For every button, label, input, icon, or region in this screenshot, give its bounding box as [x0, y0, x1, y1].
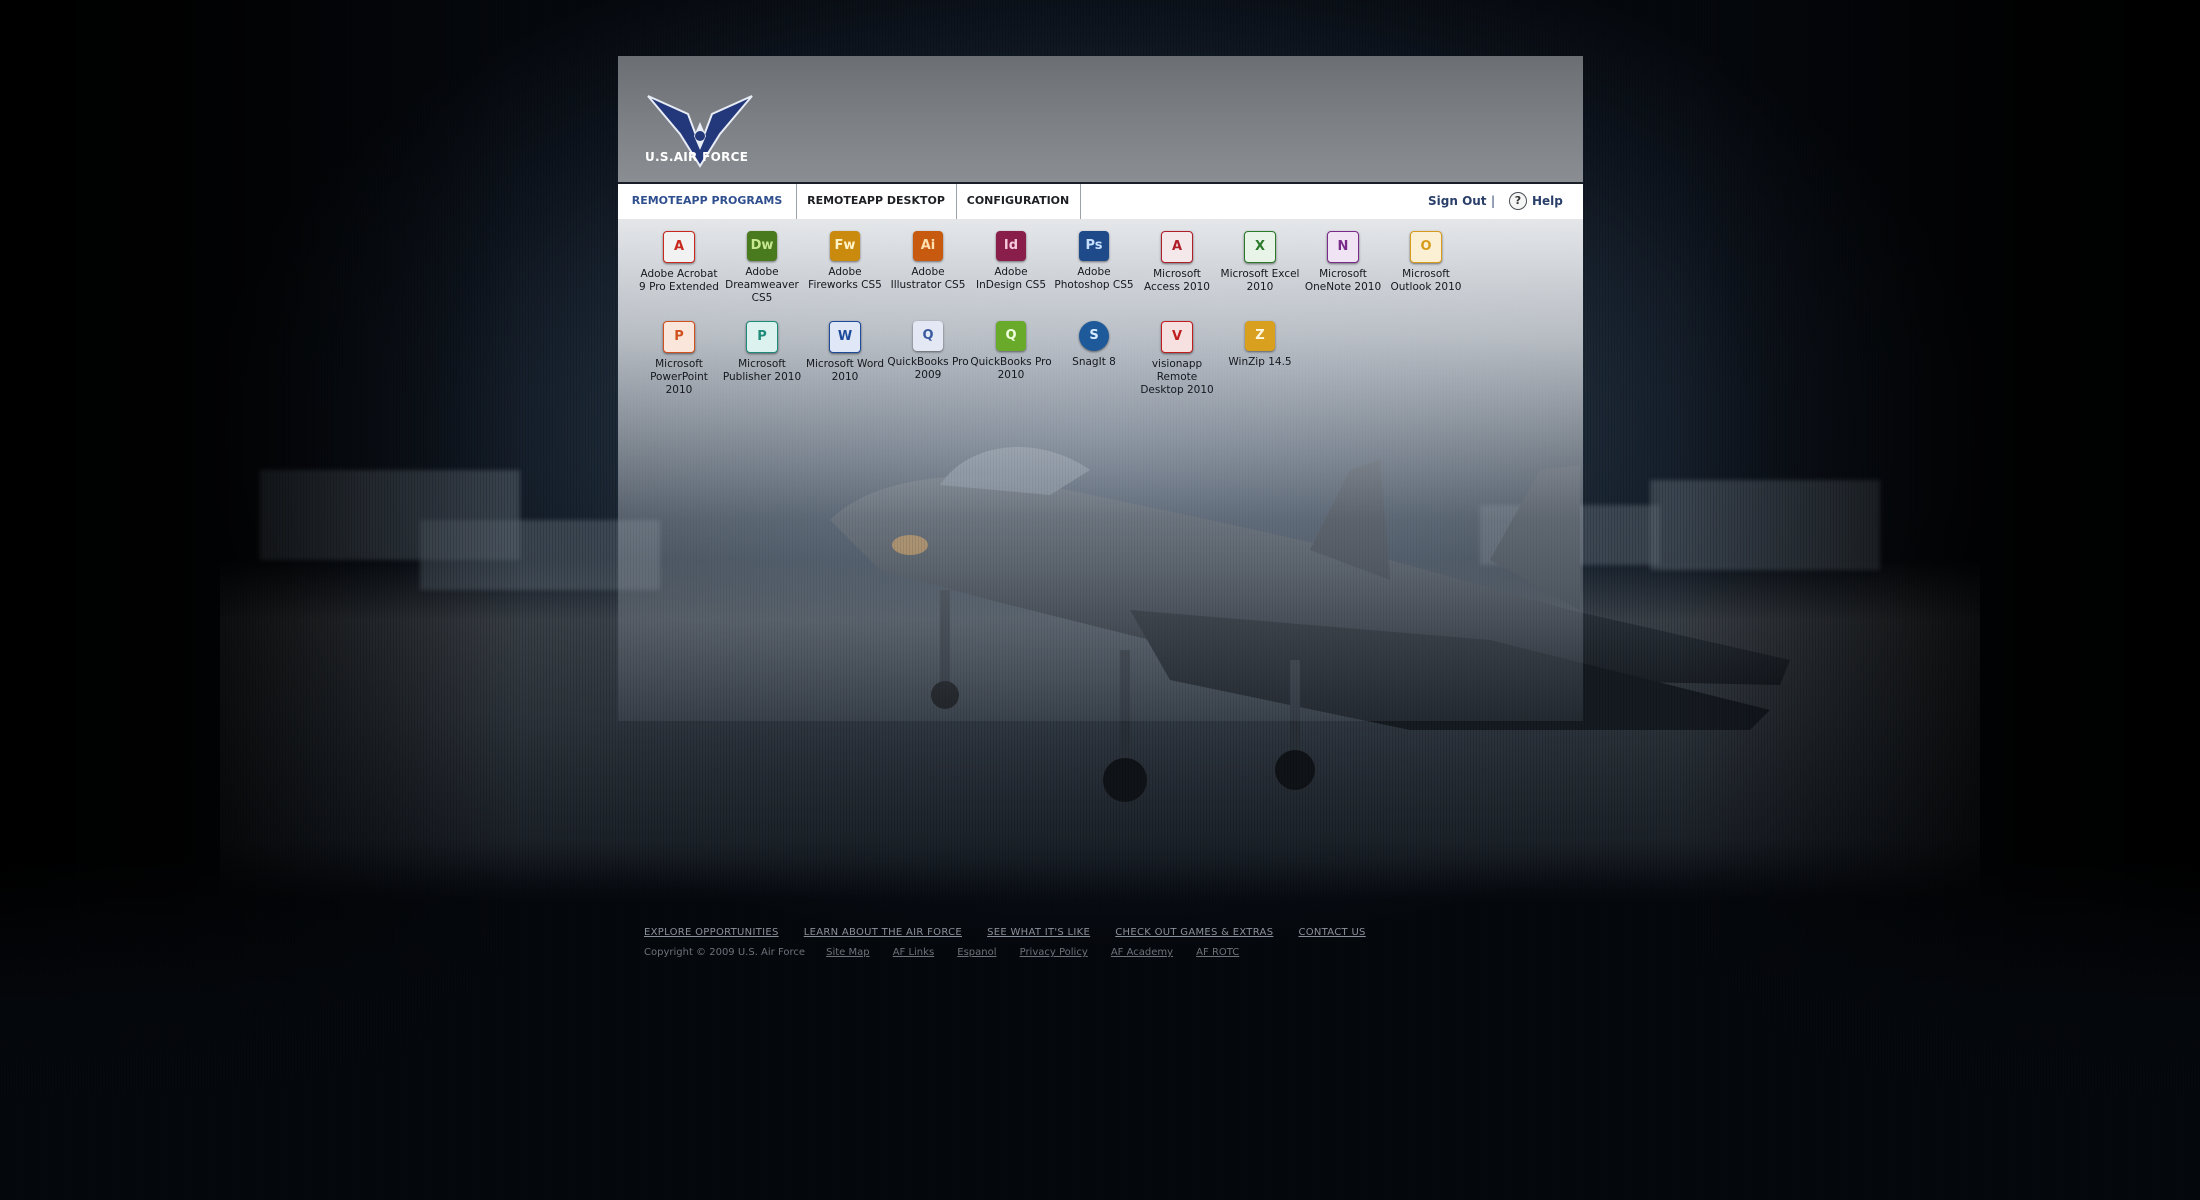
app-label: Adobe Dreamweaver CS5 — [725, 266, 799, 304]
footer-link-af-links[interactable]: AF Links — [893, 947, 934, 958]
photoshop-icon: Ps — [1079, 231, 1109, 261]
app-microsoft-access[interactable]: A Microsoft Access 2010 — [1136, 231, 1218, 294]
remoteapp-panel: U.S.AIR FORCE REMOTEAPP PROGRAMS REMOTEA… — [618, 56, 1583, 721]
word-icon: W — [829, 321, 861, 353]
footer-link-contact-us[interactable]: CONTACT US — [1298, 927, 1365, 938]
app-label: Microsoft PowerPoint 2010 — [650, 358, 708, 396]
footer-link-learn-about[interactable]: LEARN ABOUT THE AIR FORCE — [804, 927, 962, 938]
app-label: Adobe Acrobat 9 Pro Extended — [639, 268, 719, 293]
footer-link-see-what-its-like[interactable]: SEE WHAT IT'S LIKE — [987, 927, 1090, 938]
sign-out-link[interactable]: Sign Out — [1428, 184, 1487, 219]
app-label: Microsoft Publisher 2010 — [722, 358, 802, 383]
app-label: Adobe Illustrator CS5 — [890, 266, 966, 291]
app-adobe-illustrator[interactable]: Ai Adobe Illustrator CS5 — [887, 231, 969, 292]
app-label: visionapp Remote Desktop 2010 — [1140, 358, 1214, 396]
outlook-icon: O — [1410, 231, 1442, 263]
quickbooks-2009-icon: Q — [913, 321, 943, 351]
access-icon: A — [1161, 231, 1193, 263]
app-winzip[interactable]: Z WinZip 14.5 — [1219, 321, 1301, 369]
app-label: Microsoft Excel 2010 — [1220, 268, 1300, 293]
app-microsoft-powerpoint[interactable]: P Microsoft PowerPoint 2010 — [638, 321, 720, 397]
tab-configuration[interactable]: CONFIGURATION — [956, 184, 1081, 219]
app-visionapp-remote-desktop[interactable]: V visionapp Remote Desktop 2010 — [1136, 321, 1218, 397]
app-quickbooks-2010[interactable]: Q QuickBooks Pro 2010 — [970, 321, 1052, 382]
footer-link-privacy-policy[interactable]: Privacy Policy — [1020, 947, 1088, 958]
app-quickbooks-2009[interactable]: Q QuickBooks Pro 2009 — [887, 321, 969, 382]
app-microsoft-publisher[interactable]: P Microsoft Publisher 2010 — [721, 321, 803, 384]
main-navigation: REMOTEAPP PROGRAMS REMOTEAPP DESKTOP CON… — [618, 182, 1583, 219]
footer-link-af-rotc[interactable]: AF ROTC — [1196, 947, 1239, 958]
app-label: Adobe InDesign CS5 — [975, 266, 1047, 291]
app-snagit[interactable]: S SnagIt 8 — [1053, 321, 1135, 369]
app-microsoft-word[interactable]: W Microsoft Word 2010 — [804, 321, 886, 384]
app-adobe-fireworks[interactable]: Fw Adobe Fireworks CS5 — [804, 231, 886, 292]
app-label: Microsoft Outlook 2010 — [1390, 268, 1462, 293]
fireworks-icon: Fw — [830, 231, 860, 261]
copyright-text: Copyright © 2009 U.S. Air Force — [644, 947, 806, 958]
footer-link-af-academy[interactable]: AF Academy — [1111, 947, 1173, 958]
excel-icon: X — [1244, 231, 1276, 263]
app-adobe-indesign[interactable]: Id Adobe InDesign CS5 — [970, 231, 1052, 292]
footer-link-explore-opportunities[interactable]: EXPLORE OPPORTUNITIES — [644, 927, 779, 938]
app-label: Adobe Fireworks CS5 — [808, 266, 882, 291]
footer-secondary-links: Copyright © 2009 U.S. Air Force Site Map… — [644, 940, 1257, 959]
app-microsoft-onenote[interactable]: N Microsoft OneNote 2010 — [1302, 231, 1384, 294]
onenote-icon: N — [1327, 231, 1359, 263]
footer-link-espanol[interactable]: Espanol — [957, 947, 996, 958]
app-adobe-acrobat[interactable]: A Adobe Acrobat 9 Pro Extended — [638, 231, 720, 294]
dreamweaver-icon: Dw — [747, 231, 777, 261]
app-label: Adobe Photoshop CS5 — [1054, 266, 1134, 291]
app-label: QuickBooks Pro 2009 — [887, 356, 969, 381]
app-label: Microsoft Access 2010 — [1143, 268, 1210, 293]
indesign-icon: Id — [996, 231, 1026, 261]
tab-remoteapp-desktop[interactable]: REMOTEAPP DESKTOP — [796, 184, 957, 219]
app-label: Microsoft OneNote 2010 — [1304, 268, 1382, 293]
footer-link-games-extras[interactable]: CHECK OUT GAMES & EXTRAS — [1115, 927, 1273, 938]
app-microsoft-outlook[interactable]: O Microsoft Outlook 2010 — [1385, 231, 1467, 294]
tab-remoteapp-programs[interactable]: REMOTEAPP PROGRAMS — [618, 184, 797, 219]
powerpoint-icon: P — [663, 321, 695, 353]
acrobat-icon: A — [663, 231, 695, 263]
app-microsoft-excel[interactable]: X Microsoft Excel 2010 — [1219, 231, 1301, 294]
visionapp-icon: V — [1161, 321, 1193, 353]
site-header: U.S.AIR FORCE — [618, 56, 1583, 182]
help-link[interactable]: Help — [1532, 184, 1563, 219]
app-label: SnagIt 8 — [1072, 356, 1116, 368]
snagit-icon: S — [1079, 321, 1109, 351]
nav-separator: | — [1491, 194, 1496, 208]
footer-primary-links: EXPLORE OPPORTUNITIES LEARN ABOUT THE AI… — [644, 920, 1386, 939]
illustrator-icon: Ai — [913, 231, 943, 261]
winzip-icon: Z — [1245, 321, 1275, 351]
app-label: QuickBooks Pro 2010 — [970, 356, 1052, 381]
quickbooks-2010-icon: Q — [996, 321, 1026, 351]
app-label: Microsoft Word 2010 — [805, 358, 885, 383]
air-force-logo-text: U.S.AIR FORCE — [645, 150, 749, 164]
app-label: WinZip 14.5 — [1228, 356, 1292, 368]
bottom-fade — [0, 860, 2200, 1200]
program-list: A Adobe Acrobat 9 Pro Extended Dw Adobe … — [618, 219, 1583, 721]
app-adobe-photoshop[interactable]: Ps Adobe Photoshop CS5 — [1053, 231, 1135, 292]
app-adobe-dreamweaver[interactable]: Dw Adobe Dreamweaver CS5 — [721, 231, 803, 305]
footer-link-site-map[interactable]: Site Map — [826, 947, 869, 958]
publisher-icon: P — [746, 321, 778, 353]
help-icon[interactable]: ? — [1509, 192, 1527, 210]
